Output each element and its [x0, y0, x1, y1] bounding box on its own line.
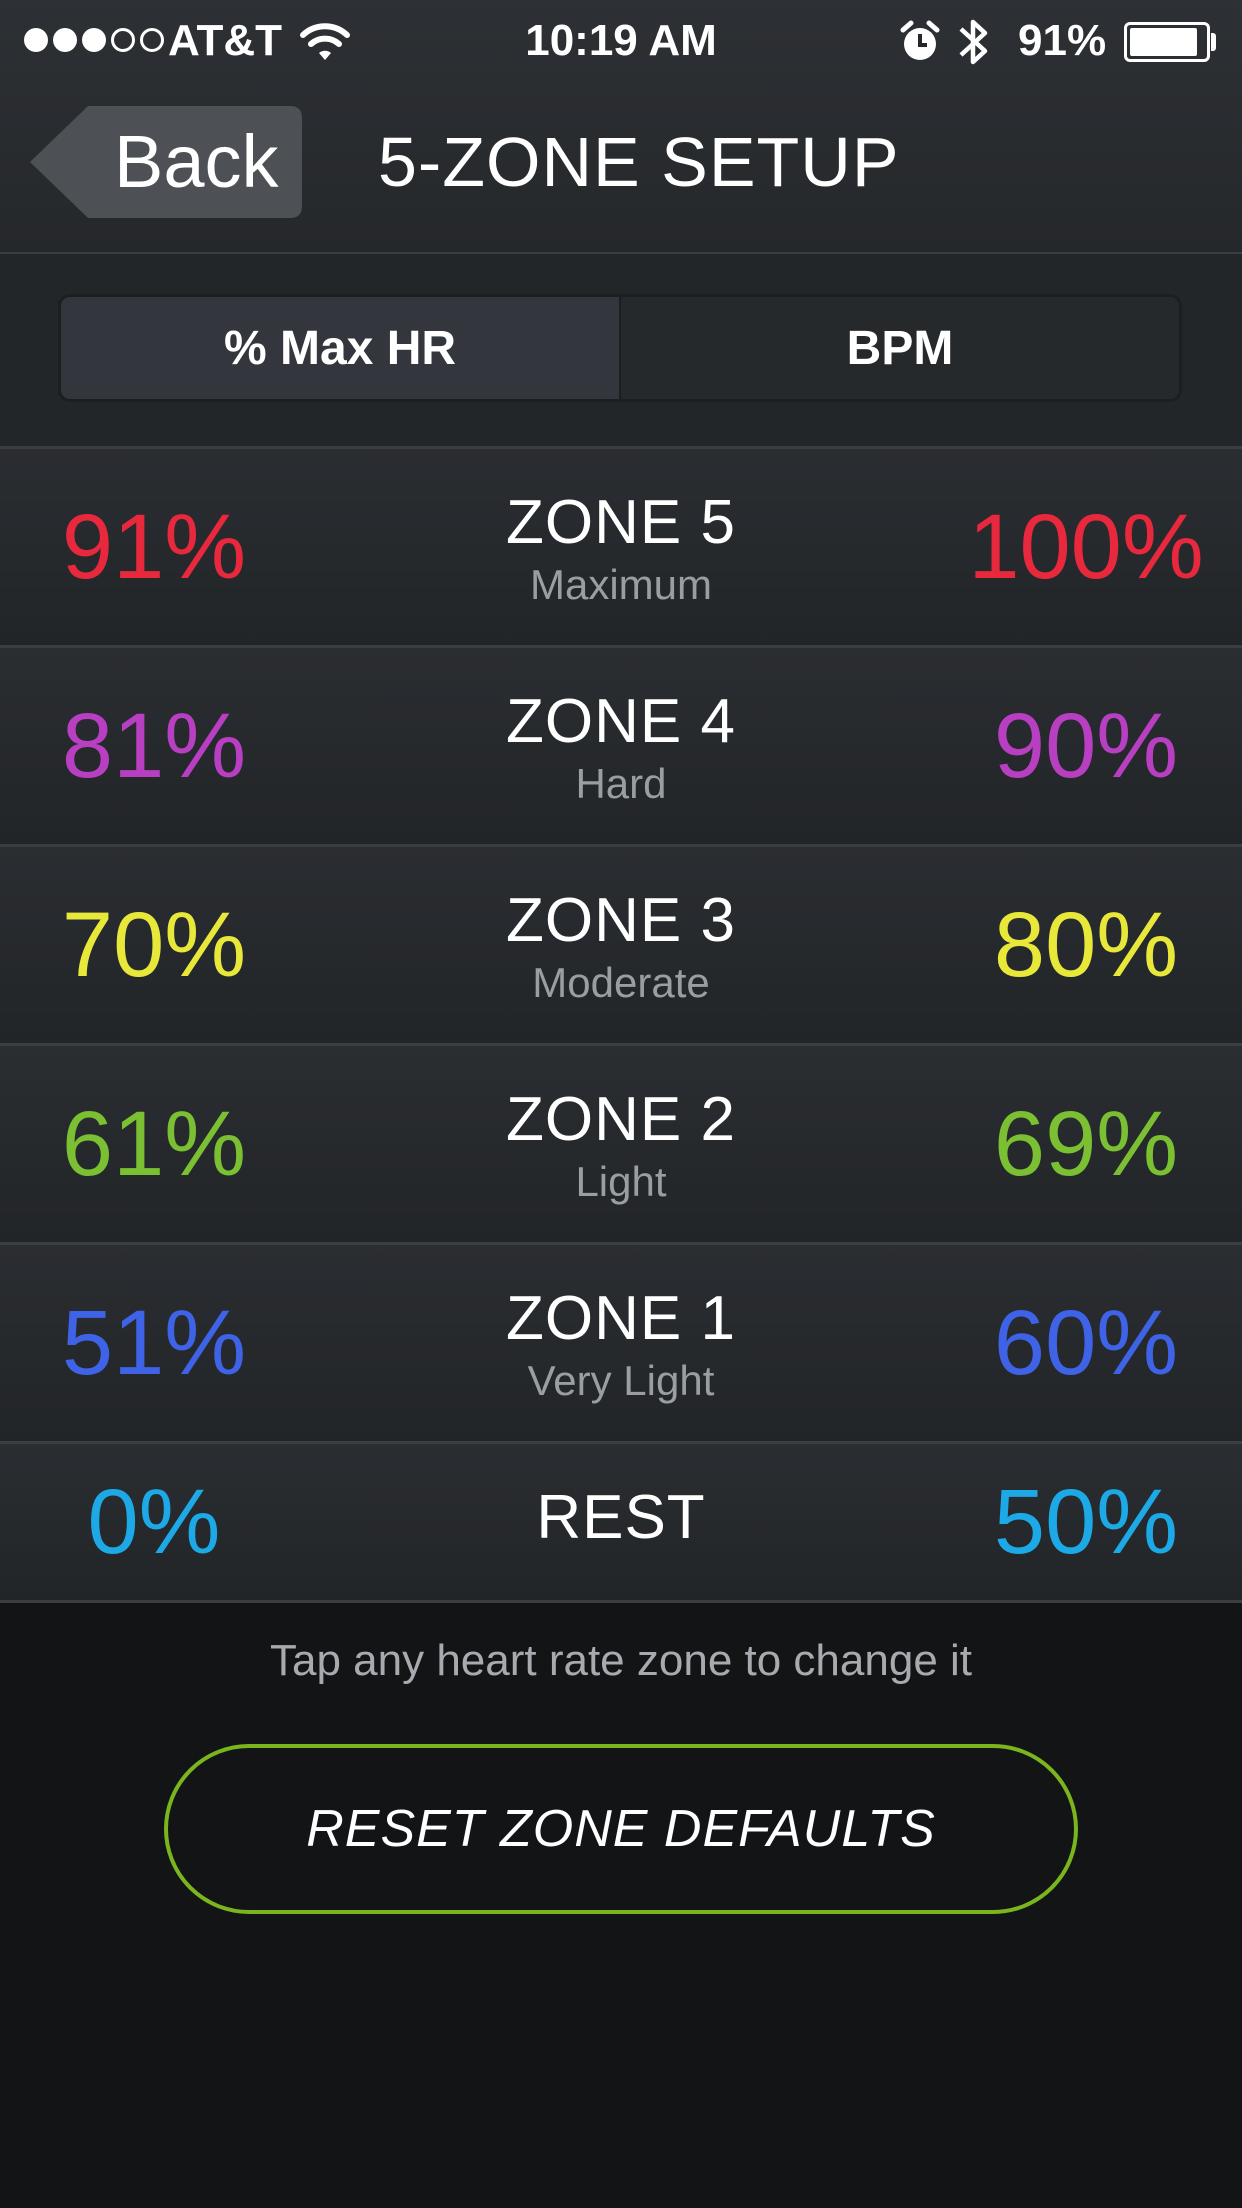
zone-label: ZONE 3 Moderate — [321, 885, 921, 1009]
zone-row-rest[interactable]: 0% REST 50% — [0, 1441, 1242, 1603]
zone-low-value[interactable]: 51% — [4, 1245, 304, 1441]
zone-name: REST — [536, 1483, 706, 1552]
zone-low-value[interactable]: 81% — [4, 648, 304, 844]
zone-name: ZONE 2 — [506, 1085, 736, 1154]
alarm-clock-icon — [900, 20, 940, 75]
zone-high-value[interactable]: 90% — [936, 648, 1236, 844]
zone-description: Hard — [575, 760, 667, 807]
zone-row-3[interactable]: 70% ZONE 3 Moderate 80% — [0, 844, 1242, 1043]
zone-label: ZONE 2 Light — [321, 1084, 921, 1208]
back-button[interactable]: Back — [30, 106, 302, 218]
zone-row-5[interactable]: 91% ZONE 5 Maximum 100% — [0, 446, 1242, 645]
zone-description: Maximum — [529, 561, 712, 608]
battery-tip — [1211, 33, 1216, 51]
unit-selector-area: % Max HR BPM — [0, 254, 1242, 446]
zone-high-value[interactable]: 50% — [936, 1444, 1236, 1600]
zone-name: ZONE 5 — [506, 488, 736, 557]
zone-high-value[interactable]: 80% — [936, 847, 1236, 1043]
battery-icon — [1124, 22, 1210, 62]
battery-percentage: 91% — [1018, 16, 1107, 65]
zone-edit-hint: Tap any heart rate zone to change it — [269, 1636, 973, 1685]
zone-name: ZONE 3 — [506, 886, 736, 955]
bluetooth-icon — [956, 14, 990, 81]
zone-list: 91% ZONE 5 Maximum 100% 81% ZONE 4 Hard … — [0, 446, 1242, 1603]
zone-label: ZONE 5 Maximum — [321, 487, 921, 611]
zone-row-1[interactable]: 51% ZONE 1 Very Light 60% — [0, 1242, 1242, 1441]
zone-low-value[interactable]: 61% — [4, 1046, 304, 1242]
reset-zone-defaults-button[interactable]: RESET ZONE DEFAULTS — [164, 1744, 1078, 1914]
zone-label: REST — [321, 1482, 921, 1554]
zone-high-value[interactable]: 100% — [936, 449, 1236, 645]
status-bar: AT&T 10:19 AM 91% — [0, 0, 1242, 84]
zone-name: ZONE 1 — [506, 1284, 736, 1353]
back-button-label: Back — [114, 120, 279, 203]
zone-label: ZONE 1 Very Light — [321, 1283, 921, 1407]
zone-description: Very Light — [527, 1357, 715, 1404]
segment-bpm[interactable]: BPM — [619, 297, 1179, 399]
zone-low-value[interactable]: 70% — [4, 847, 304, 1043]
zone-high-value[interactable]: 69% — [936, 1046, 1236, 1242]
zone-label: ZONE 4 Hard — [321, 686, 921, 810]
zone-name: ZONE 4 — [506, 687, 736, 756]
zone-high-value[interactable]: 60% — [936, 1245, 1236, 1441]
zone-description: Moderate — [532, 959, 710, 1006]
zone-description: Light — [575, 1158, 667, 1205]
unit-segmented-control: % Max HR BPM — [58, 294, 1182, 402]
zone-low-value[interactable]: 91% — [4, 449, 304, 645]
zone-row-2[interactable]: 61% ZONE 2 Light 69% — [0, 1043, 1242, 1242]
page-title: 5-ZONE SETUP — [378, 123, 900, 201]
zone-row-4[interactable]: 81% ZONE 4 Hard 90% — [0, 645, 1242, 844]
zone-low-value[interactable]: 0% — [4, 1444, 304, 1600]
segment-max-hr[interactable]: % Max HR — [61, 297, 619, 399]
